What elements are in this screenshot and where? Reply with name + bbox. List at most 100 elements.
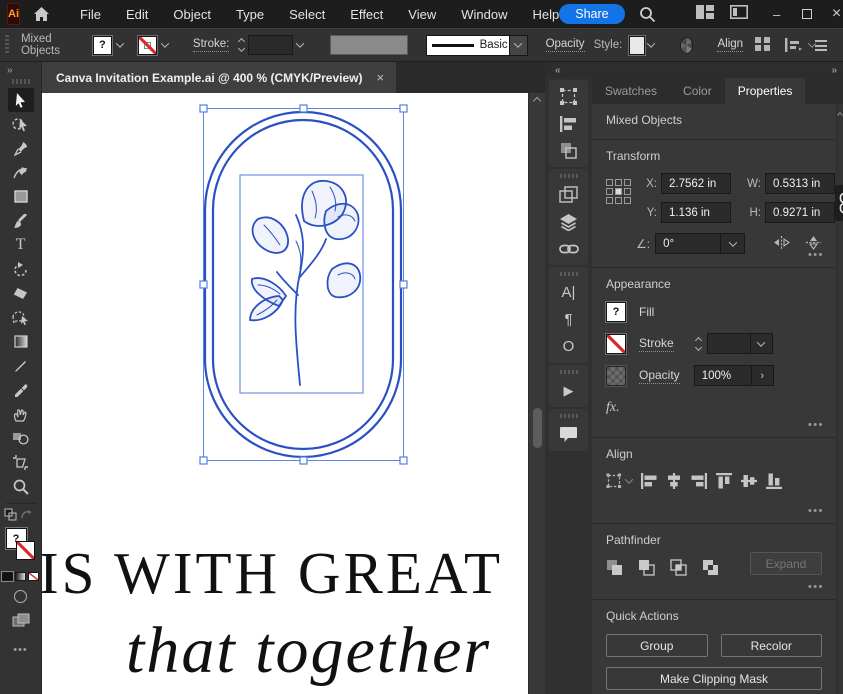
reference-point-grid[interactable] xyxy=(606,179,631,204)
scroll-up-icon[interactable] xyxy=(529,93,545,109)
artboards-panel-icon[interactable] xyxy=(552,181,586,208)
menu-help[interactable]: Help xyxy=(532,7,559,22)
menu-window[interactable]: Window xyxy=(461,7,507,22)
paragraph-panel-icon[interactable]: ¶ xyxy=(552,306,586,333)
curvature-tool[interactable] xyxy=(8,161,34,185)
tab-swatches[interactable]: Swatches xyxy=(592,78,670,104)
align-more-icon[interactable]: ••• xyxy=(808,505,824,517)
fill-stroke-proxy[interactable]: ? xyxy=(4,528,38,568)
align-to-dropdown[interactable] xyxy=(606,473,632,489)
pen-tool[interactable] xyxy=(8,136,34,160)
menu-select[interactable]: Select xyxy=(289,7,325,22)
document-setup-icon[interactable] xyxy=(730,5,748,24)
actions-panel-icon[interactable]: ▶ xyxy=(552,377,586,404)
zoom-tool[interactable] xyxy=(8,475,34,499)
w-field[interactable]: 0.5313 in xyxy=(765,173,835,194)
share-button[interactable]: Share xyxy=(559,4,624,24)
opentype-panel-icon[interactable]: O xyxy=(552,333,586,360)
arrange-documents-icon[interactable] xyxy=(696,5,714,24)
constrain-proportions-icon[interactable] xyxy=(835,185,843,221)
pathfinder-intersect-icon[interactable] xyxy=(670,559,687,579)
swap-fill-stroke-icon[interactable] xyxy=(4,508,18,526)
tab-color[interactable]: Color xyxy=(670,78,725,104)
fill-chevron-icon[interactable] xyxy=(112,36,128,55)
canvas-subheading-text[interactable]: that together xyxy=(126,613,491,689)
pathfinder-exclude-icon[interactable] xyxy=(702,559,719,579)
menu-edit[interactable]: Edit xyxy=(126,7,148,22)
links-panel-icon[interactable] xyxy=(552,235,586,262)
align-link[interactable]: Align xyxy=(717,38,743,52)
maximize-button[interactable] xyxy=(792,1,822,27)
opacity-field[interactable]: 100% xyxy=(694,365,752,386)
scrollbar-thumb[interactable] xyxy=(533,408,542,448)
fill-swatch[interactable]: ? xyxy=(93,36,112,55)
gradient-button[interactable] xyxy=(15,572,26,581)
dock-expand-icon[interactable]: « xyxy=(555,65,560,76)
panel-collapse-icon[interactable]: » xyxy=(831,65,836,76)
comments-panel-icon[interactable] xyxy=(552,421,586,448)
align-vertical-center-icon[interactable] xyxy=(741,473,757,489)
fill-color-dropdown[interactable]: ? xyxy=(93,36,128,55)
screen-mode-icon[interactable] xyxy=(12,613,30,632)
x-field[interactable]: 2.7562 in xyxy=(661,173,731,194)
align-left-icon[interactable] xyxy=(641,473,657,489)
expand-button[interactable]: Expand xyxy=(750,552,822,575)
menu-file[interactable]: File xyxy=(80,7,101,22)
menu-type[interactable]: Type xyxy=(236,7,264,22)
transform-more-icon[interactable]: ••• xyxy=(808,249,824,261)
align-right-icon[interactable] xyxy=(691,473,707,489)
flip-horizontal-icon[interactable] xyxy=(773,236,790,252)
canvas[interactable]: IS WITH GREAT that together xyxy=(42,93,528,694)
color-button[interactable] xyxy=(2,572,13,581)
controlbar-grip[interactable] xyxy=(5,35,9,55)
menu-view[interactable]: View xyxy=(408,7,436,22)
distribute-objects-icon[interactable] xyxy=(785,38,815,52)
canvas-heading-text[interactable]: IS WITH GREAT xyxy=(42,539,503,608)
toolbar-grip[interactable] xyxy=(12,79,30,84)
stroke-weight-label[interactable]: Stroke: xyxy=(193,38,229,52)
stroke-swatch[interactable] xyxy=(138,36,157,55)
eyedropper-tool[interactable] xyxy=(8,378,34,402)
direct-selection-tool[interactable] xyxy=(8,112,34,136)
shaper-tool[interactable] xyxy=(8,306,34,330)
none-button[interactable] xyxy=(28,572,39,581)
menu-effect[interactable]: Effect xyxy=(350,7,383,22)
rotation-angle-field[interactable]: 0° xyxy=(655,233,721,254)
recolor-button[interactable]: Recolor xyxy=(721,634,823,657)
pathfinder-minus-front-icon[interactable] xyxy=(638,559,655,579)
close-tab-icon[interactable]: × xyxy=(376,70,384,85)
toolbar-expand-icon[interactable]: » xyxy=(0,62,41,76)
brush-chevron-icon[interactable] xyxy=(510,35,528,56)
align-bottom-icon[interactable] xyxy=(766,473,782,489)
search-icon[interactable] xyxy=(639,6,656,23)
control-panel-menu-icon[interactable] xyxy=(815,40,827,51)
hand-tool[interactable] xyxy=(8,402,34,426)
stroke-weight-chevron-icon[interactable] xyxy=(293,36,306,55)
home-icon[interactable] xyxy=(33,6,50,22)
fx-button[interactable]: fx. xyxy=(606,400,822,434)
artboard-tool[interactable] xyxy=(8,451,34,475)
toolbar-more-icon[interactable]: ••• xyxy=(13,644,28,656)
width-profile-dropdown[interactable] xyxy=(330,35,408,55)
appearance-stroke-swatch[interactable] xyxy=(606,334,626,354)
character-panel-icon[interactable]: A| xyxy=(552,279,586,306)
dock-grip-4[interactable] xyxy=(560,414,578,418)
pathfinder-panel-icon[interactable] xyxy=(552,137,586,164)
layers-panel-icon[interactable] xyxy=(552,208,586,235)
opacity-swatch[interactable] xyxy=(606,366,626,386)
opacity-link[interactable]: Opacity xyxy=(546,38,585,52)
knife-tool[interactable] xyxy=(8,354,34,378)
appearance-fill-swatch[interactable]: ? xyxy=(606,302,626,322)
document-tab[interactable]: Canva Invitation Example.ai @ 400 % (CMY… xyxy=(42,62,396,93)
stroke-weight-field[interactable] xyxy=(248,35,293,55)
stroke-width-chevron-icon[interactable] xyxy=(751,333,773,354)
swap-arrow-icon[interactable] xyxy=(20,508,32,526)
stroke-color-dropdown[interactable] xyxy=(138,36,173,55)
align-top-icon[interactable] xyxy=(716,473,732,489)
stroke-width-stepper[interactable] xyxy=(696,338,701,350)
rotation-chevron-icon[interactable] xyxy=(721,233,745,254)
dock-grip-2[interactable] xyxy=(560,272,578,276)
appearance-more-icon[interactable]: ••• xyxy=(808,419,824,431)
stroke-width-field[interactable] xyxy=(707,333,751,354)
gradient-tool[interactable] xyxy=(8,330,34,354)
